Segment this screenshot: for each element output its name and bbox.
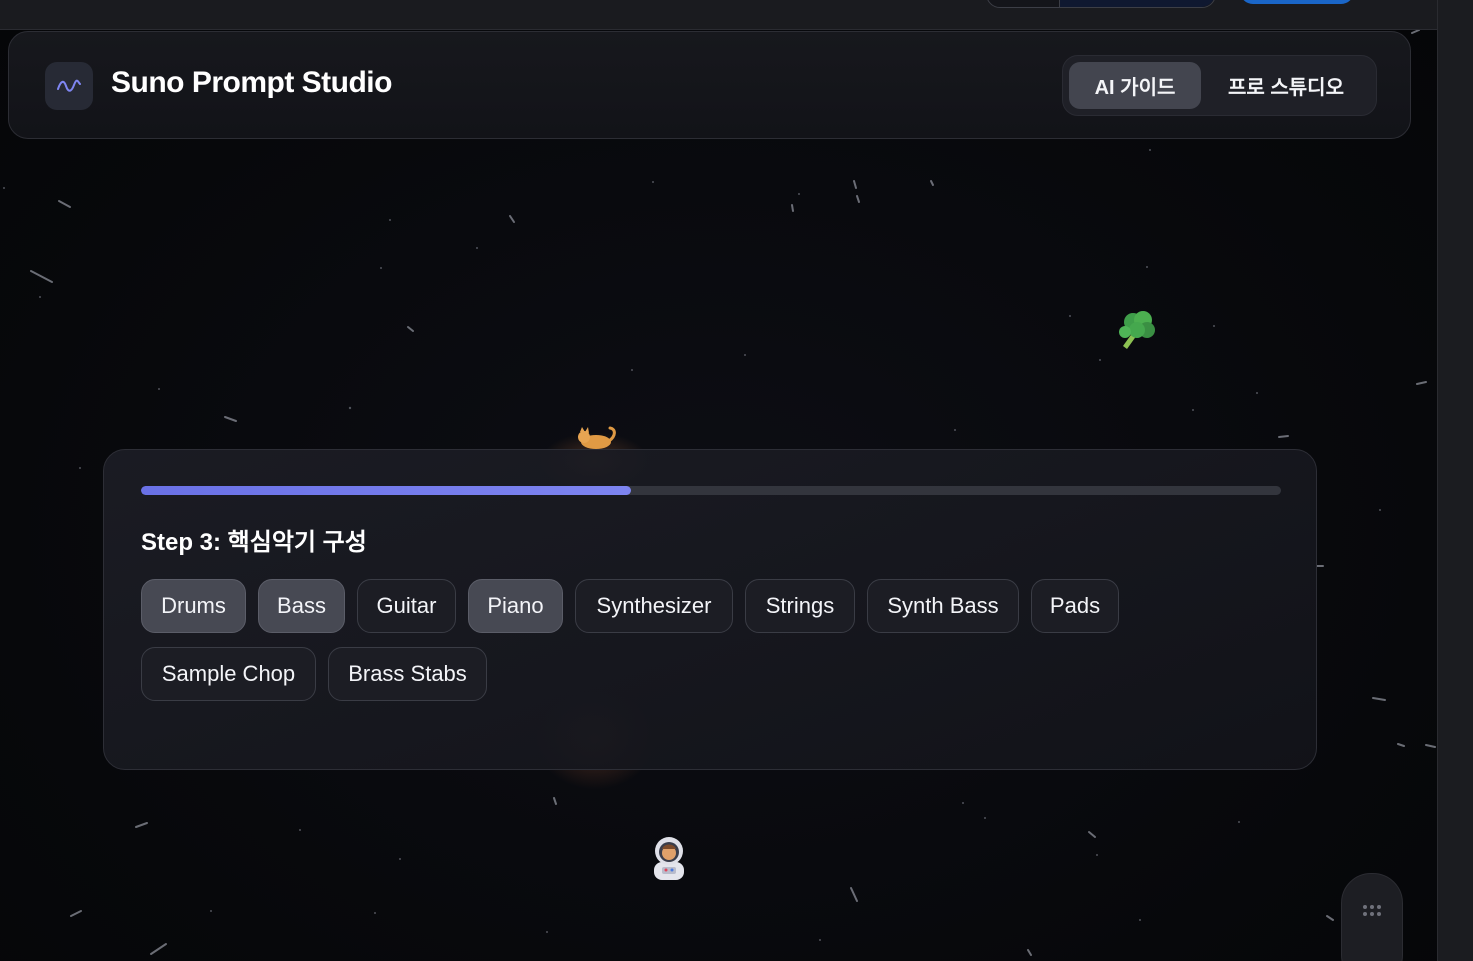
step-progress-fill — [141, 486, 632, 495]
instrument-chip-piano[interactable]: Piano — [468, 579, 563, 633]
grid-dots-icon — [1363, 905, 1381, 916]
instrument-chip-guitar[interactable]: Guitar — [357, 579, 456, 633]
astronaut-icon — [648, 834, 690, 890]
wizard-step-card: Step 3: 핵심악기 구성 Drums Bass Guitar Piano … — [103, 449, 1317, 770]
instrument-chip-strings[interactable]: Strings — [745, 579, 855, 633]
instrument-chip-drums[interactable]: Drums — [141, 579, 246, 633]
instrument-chip-synthesizer[interactable]: Synthesizer — [575, 579, 733, 633]
mode-ai-guide-button[interactable]: AI 가이드 — [1069, 62, 1201, 109]
top-toolbar-strip — [0, 0, 1437, 30]
floating-menu-button[interactable] — [1341, 873, 1403, 961]
app-title: Suno Prompt Studio — [111, 66, 392, 99]
page-scrollbar[interactable] — [1437, 0, 1473, 961]
top-primary-button[interactable] — [1240, 0, 1354, 4]
step-title: Step 3: 핵심악기 구성 — [141, 529, 367, 556]
app-viewport: Suno Prompt Studio AI 가이드 프로 스튜디오 Step 3… — [0, 0, 1437, 961]
broccoli-icon — [1111, 306, 1157, 360]
instrument-chip-sample-chop[interactable]: Sample Chop — [141, 647, 316, 701]
instrument-chip-synth-bass[interactable]: Synth Bass — [867, 579, 1019, 633]
waveform-icon — [45, 62, 93, 110]
mode-toggle: AI 가이드 프로 스튜디오 — [1062, 55, 1377, 116]
top-segmented-control[interactable] — [986, 0, 1216, 8]
instrument-chip-bass[interactable]: Bass — [258, 579, 345, 633]
instrument-chip-brass-stabs[interactable]: Brass Stabs — [328, 647, 487, 701]
instrument-chip-pads[interactable]: Pads — [1031, 579, 1119, 633]
mode-pro-studio-button[interactable]: 프로 스튜디오 — [1205, 62, 1367, 109]
step-progress-bar — [141, 486, 1281, 495]
app-header: Suno Prompt Studio AI 가이드 프로 스튜디오 — [8, 31, 1411, 139]
